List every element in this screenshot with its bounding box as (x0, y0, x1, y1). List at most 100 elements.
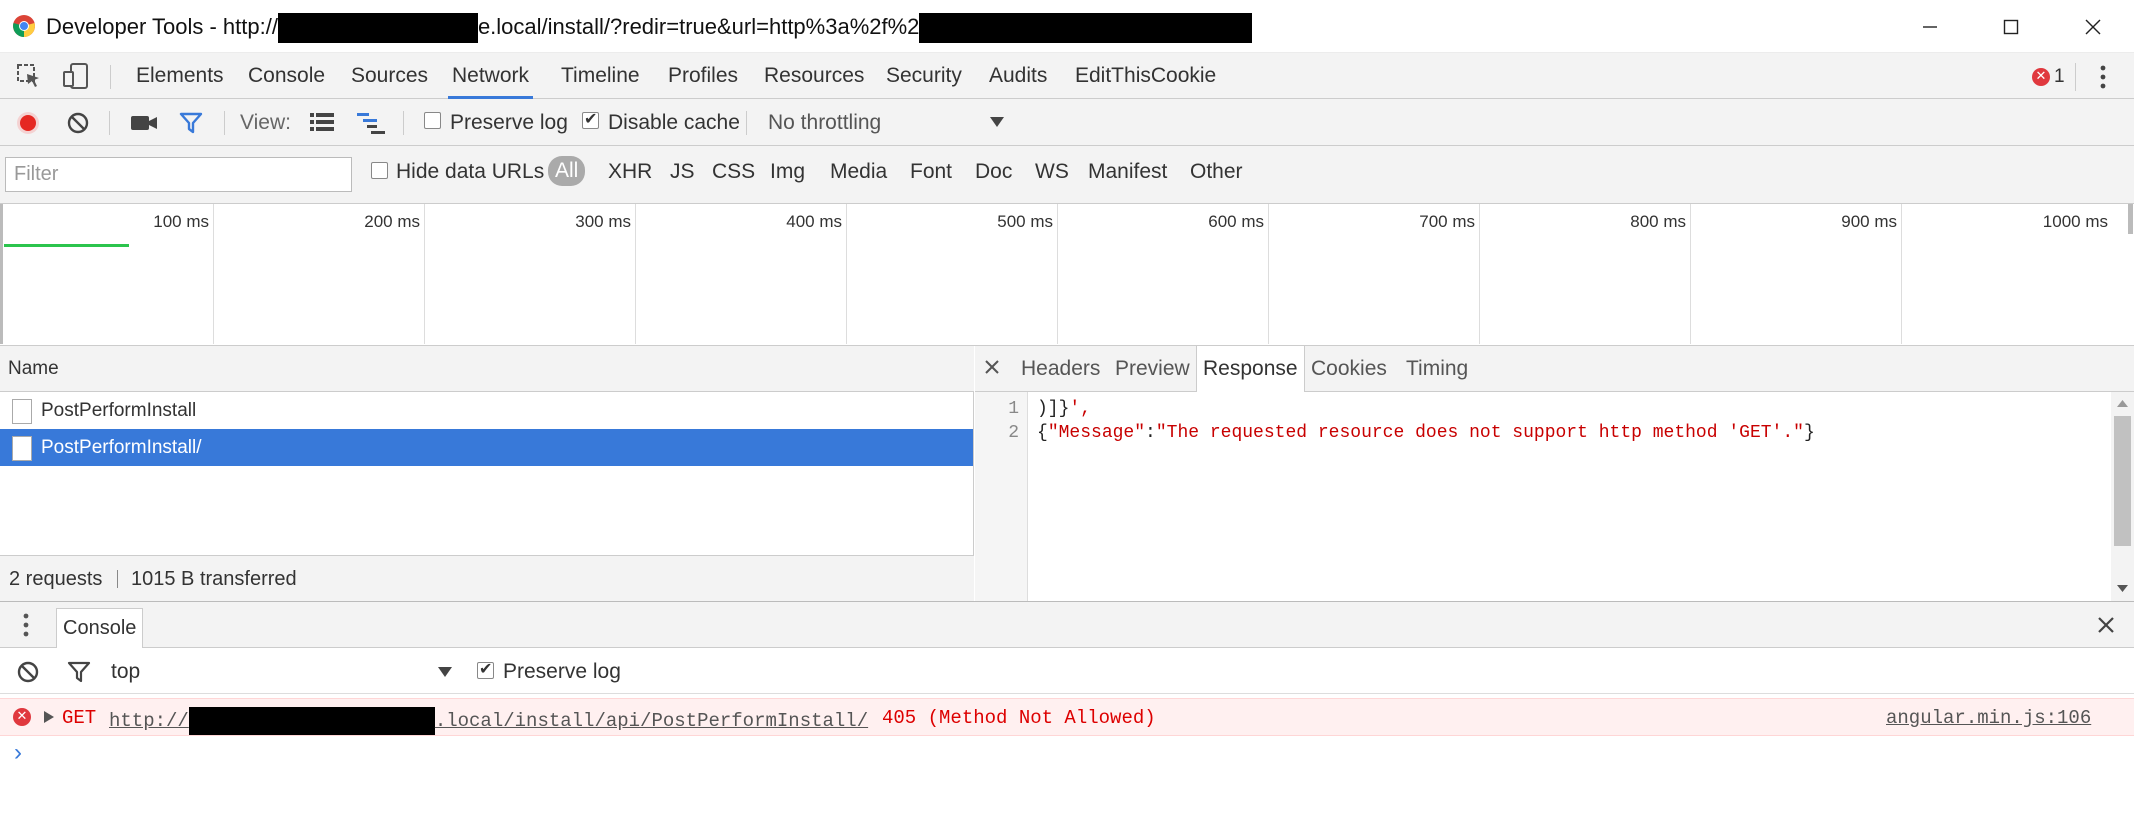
filter-type-manifest[interactable]: Manifest (1088, 160, 1167, 184)
request-row-selected[interactable]: PostPerformInstall/ (0, 429, 973, 466)
filter-type-css[interactable]: CSS (712, 160, 755, 184)
grid-line (424, 204, 425, 344)
tick-label: 400 ms (786, 212, 842, 231)
tick-label: 200 ms (364, 212, 420, 231)
filter-bar: Hide data URLs All XHR JS CSS Img Media … (0, 146, 2134, 204)
device-mode-icon[interactable] (62, 62, 90, 90)
filter-type-img[interactable]: Img (770, 160, 805, 184)
tab-response[interactable]: Response (1196, 346, 1305, 392)
error-url-link[interactable]: http://.local/install/api/PostPerformIns… (109, 707, 868, 735)
inspect-element-icon[interactable] (16, 63, 42, 89)
tab-console[interactable]: Console (244, 53, 329, 99)
code-line-1[interactable]: )]}', (1037, 399, 1091, 419)
maximize-button[interactable] (1970, 0, 2052, 53)
tab-elements[interactable]: Elements (132, 53, 228, 99)
console-drawer-tab[interactable]: Console (56, 608, 144, 648)
tab-timeline[interactable]: Timeline (557, 53, 644, 99)
document-icon (12, 436, 32, 461)
overview-waterfall-icon[interactable] (357, 112, 385, 134)
tab-sources[interactable]: Sources (347, 53, 432, 99)
throttling-select[interactable]: No throttling (768, 111, 881, 135)
overview-left-handle[interactable] (0, 204, 3, 344)
tab-profiles[interactable]: Profiles (664, 53, 742, 99)
preserve-log-label: Preserve log (450, 111, 568, 134)
error-counter[interactable]: ✕ 1 (2032, 66, 2065, 87)
scroll-down-icon[interactable] (2117, 585, 2128, 592)
request-row[interactable]: PostPerformInstall (0, 392, 973, 429)
tab-cookies[interactable]: Cookies (1305, 346, 1393, 391)
separator (2075, 63, 2076, 91)
tick-label: 300 ms (575, 212, 631, 231)
drawer-menu-icon[interactable] (22, 612, 30, 638)
tab-audits[interactable]: Audits (985, 53, 1051, 99)
record-icon[interactable] (16, 111, 40, 135)
tab-preview[interactable]: Preview (1109, 346, 1196, 391)
hide-data-urls-label: Hide data URLs (396, 160, 545, 183)
filter-type-doc[interactable]: Doc (975, 160, 1012, 184)
tick-label: 600 ms (1208, 212, 1264, 231)
console-prompt-icon: › (14, 739, 22, 766)
separator (746, 111, 747, 135)
scroll-up-icon[interactable] (2117, 400, 2128, 407)
tab-network[interactable]: Network (448, 53, 534, 99)
disable-cache-checkbox[interactable] (582, 109, 599, 129)
chevron-down-icon[interactable] (989, 116, 1005, 128)
more-options-icon[interactable] (2097, 64, 2109, 90)
filter-type-xhr[interactable]: XHR (608, 160, 652, 184)
filter-input[interactable] (5, 157, 352, 192)
filter-type-font[interactable]: Font (910, 160, 952, 184)
grid-line (213, 204, 214, 344)
response-scrollbar[interactable] (2111, 392, 2134, 601)
filter-type-all[interactable]: All (548, 156, 586, 186)
error-method: GET (62, 707, 97, 729)
chevron-down-icon[interactable] (437, 666, 453, 678)
clear-console-icon[interactable] (17, 661, 39, 683)
requests-panel: Name PostPerformInstall PostPerformInsta… (0, 346, 974, 601)
requests-table-header: Name (0, 346, 974, 392)
filter-type-media[interactable]: Media (830, 160, 887, 184)
clear-icon[interactable] (67, 112, 89, 134)
console-input[interactable] (40, 740, 2120, 768)
close-drawer-icon[interactable] (2097, 616, 2115, 634)
minimize-button[interactable] (1889, 0, 1971, 53)
line-number: 1 (1008, 399, 1019, 419)
expand-triangle-icon[interactable] (44, 711, 54, 723)
console-drawer: Console top Preserve log ✕ GET http://.l… (0, 601, 2134, 818)
tab-resources[interactable]: Resources (760, 53, 868, 99)
scroll-thumb[interactable] (2114, 416, 2131, 546)
tab-timing[interactable]: Timing (1400, 346, 1474, 391)
tab-editthiscookie[interactable]: EditThisCookie (1071, 53, 1220, 99)
timeline-overview[interactable]: 100 ms 200 ms 300 ms 400 ms 500 ms 600 m… (0, 204, 2134, 346)
window-title-bar: Developer Tools - http://e.local/install… (0, 0, 2134, 53)
close-window-button[interactable] (2052, 0, 2134, 53)
console-filter-icon[interactable] (67, 661, 91, 683)
code-line-2[interactable]: {"Message":"The requested resource does … (1037, 423, 1815, 443)
tab-security[interactable]: Security (882, 53, 966, 99)
grid-line (635, 204, 636, 344)
request-detail-panel: Headers Preview Response Cookies Timing … (975, 346, 2134, 601)
close-detail-icon[interactable] (984, 359, 1000, 375)
console-error-message[interactable]: ✕ GET http://.local/install/api/PostPerf… (0, 698, 2134, 736)
hide-data-urls-checkbox[interactable] (371, 162, 388, 179)
filter-type-other[interactable]: Other (1190, 160, 1243, 184)
column-name-header[interactable]: Name (8, 358, 59, 380)
console-preserve-log-checkbox[interactable] (477, 659, 494, 679)
tick-label: 500 ms (997, 212, 1053, 231)
separator (117, 570, 118, 588)
error-source-link[interactable]: angular.min.js:106 (1886, 707, 2091, 729)
preserve-log-checkbox[interactable] (424, 112, 441, 129)
large-rows-icon[interactable] (310, 112, 334, 132)
grid-line (1690, 204, 1691, 344)
filter-icon[interactable] (179, 112, 203, 134)
overview-right-handle[interactable] (2128, 204, 2133, 234)
tick-label: 1000 ms (2042, 212, 2108, 231)
view-label: View: (240, 111, 291, 134)
capture-screenshots-icon[interactable] (130, 114, 158, 132)
grid-line (1901, 204, 1902, 344)
context-select[interactable]: top (111, 660, 140, 684)
document-icon (12, 399, 32, 424)
request-name: PostPerformInstall/ (41, 437, 202, 458)
filter-type-ws[interactable]: WS (1035, 160, 1069, 184)
tab-headers[interactable]: Headers (1015, 346, 1106, 391)
filter-type-js[interactable]: JS (670, 160, 695, 184)
